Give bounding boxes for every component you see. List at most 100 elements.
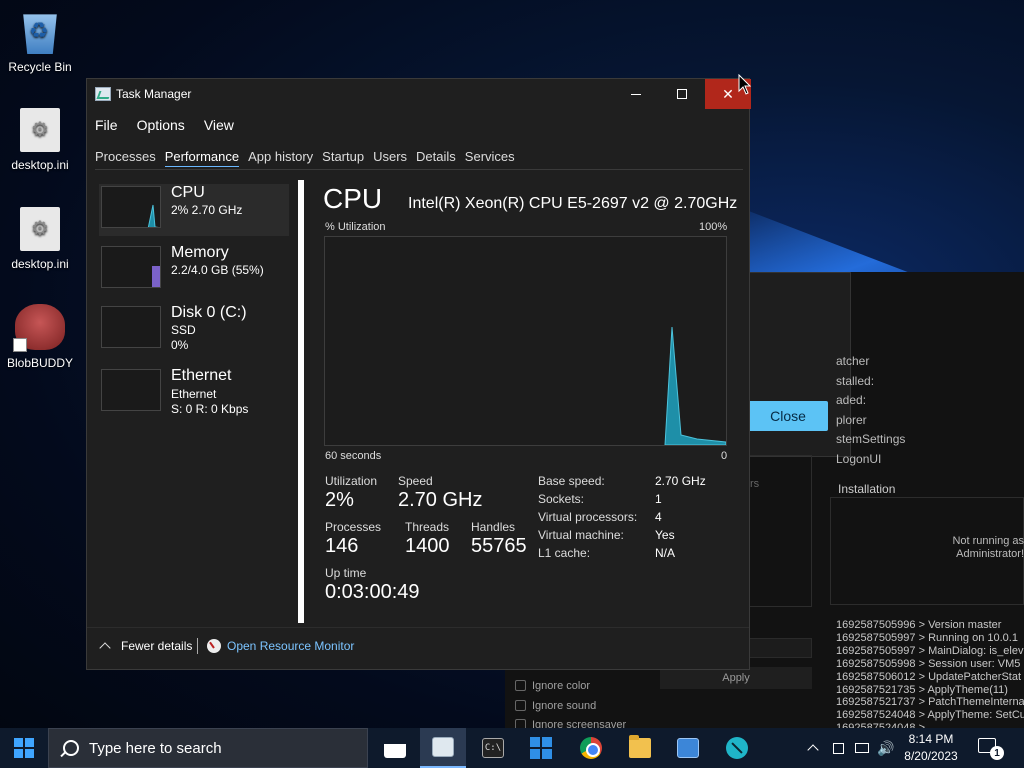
- menu-options[interactable]: Options: [137, 117, 185, 133]
- maximize-button[interactable]: [659, 79, 705, 109]
- window-icon: [832, 742, 844, 754]
- task-manager-icon: [95, 87, 111, 101]
- desktop-icon-desktop-ini[interactable]: desktop.ini: [0, 108, 80, 172]
- list-item: atcher: [836, 354, 870, 368]
- log-line: 1692587506012 > UpdatePatcherStat: [836, 670, 1022, 683]
- network-monitor-icon: [855, 743, 869, 753]
- title-bar[interactable]: Task Manager ✕: [87, 79, 751, 109]
- apply-button[interactable]: Apply: [660, 667, 812, 689]
- taskbar-clock[interactable]: 8:14 PM 8/20/2023: [900, 731, 962, 765]
- background-log: 1692587505996 > Version master 169258750…: [836, 619, 1024, 735]
- mouse-cursor-icon: [738, 74, 752, 95]
- start-button[interactable]: [14, 738, 34, 758]
- ethernet-thumbnail-graph: [101, 369, 161, 411]
- sidebar-item-cpu[interactable]: CPU 2% 2.70 GHz: [99, 184, 289, 236]
- windows-logo-icon: [14, 749, 23, 758]
- desktop-icon-desktop-ini-2[interactable]: desktop.ini: [0, 207, 80, 271]
- log-line: 1692587521735 > ApplyTheme(11): [836, 683, 1008, 696]
- sidebar-item-ethernet[interactable]: Ethernet Ethernet S: 0 R: 0 Kbps: [99, 367, 289, 419]
- sidebar-item-sub: S: 0 R: 0 Kbps: [171, 402, 249, 416]
- minimize-button[interactable]: [613, 79, 659, 109]
- network-icon[interactable]: [851, 728, 873, 768]
- chevron-up-icon: [99, 641, 111, 654]
- background-close-button[interactable]: Close: [748, 401, 828, 431]
- blobbuddy-app-icon: [13, 304, 65, 352]
- l1-cache-value: N/A: [655, 546, 676, 560]
- taskbar: Type here to search C:\ 🔊 8:14 PM 8/20/2…: [0, 728, 1024, 768]
- virtual-processors-value: 4: [655, 510, 662, 524]
- memory-thumbnail-graph: [101, 246, 161, 288]
- menu-bar: File Options View: [95, 117, 253, 133]
- handles-label: Handles: [471, 520, 516, 534]
- sidebar-item-sub: 2.2/4.0 GB (55%): [171, 263, 264, 277]
- windows-logo-icon: [25, 749, 34, 758]
- sidebar-splitter[interactable]: [298, 180, 304, 623]
- search-placeholder: Type here to search: [89, 739, 222, 757]
- menu-file[interactable]: File: [95, 117, 118, 133]
- tab-processes[interactable]: Processes: [95, 149, 156, 167]
- memory-thumbnail-chart: [152, 266, 160, 287]
- sidebar-item-sub: SSD: [171, 323, 196, 337]
- desktop-icon-blobbuddy[interactable]: BlobBUDDY: [0, 304, 80, 370]
- taskbar-app-store[interactable]: [372, 728, 418, 768]
- tab-details[interactable]: Details: [416, 149, 456, 167]
- footer-separator: [197, 638, 198, 654]
- taskbar-app-blobbuddy[interactable]: [714, 728, 760, 768]
- command-prompt-icon: C:\: [482, 738, 504, 758]
- close-icon: ✕: [722, 85, 734, 102]
- cpu-utilization-chart: [664, 326, 727, 446]
- desktop-icon-label: desktop.ini: [11, 257, 69, 271]
- checkbox-ignore-color[interactable]: Ignore color: [515, 677, 626, 697]
- log-line: 1692587505998 > Session user: VM5: [836, 657, 1021, 670]
- taskbar-app-command-prompt[interactable]: C:\: [470, 728, 516, 768]
- virtual-processors-key: Virtual processors:: [538, 510, 638, 524]
- tray-app-icon[interactable]: [829, 728, 847, 768]
- installation-title: Installation: [838, 482, 896, 496]
- taskbar-app-file-explorer[interactable]: [617, 728, 663, 768]
- volume-icon[interactable]: 🔊: [875, 728, 897, 768]
- open-resource-monitor-link[interactable]: Open Resource Monitor: [207, 639, 354, 653]
- sidebar-item-name: Ethernet: [171, 367, 232, 384]
- cpu-heading: CPU: [323, 183, 383, 214]
- base-speed-value: 2.70 GHz: [655, 474, 706, 488]
- utilization-label: Utilization: [325, 474, 378, 488]
- tab-users[interactable]: Users: [373, 149, 407, 167]
- installation-message: Not running as Administrator!: [952, 535, 1024, 560]
- menu-view[interactable]: View: [204, 117, 234, 133]
- tab-app-history[interactable]: App history: [248, 149, 313, 167]
- checkbox-icon[interactable]: [515, 680, 526, 691]
- processes-value: 146: [325, 535, 359, 557]
- sidebar-item-sub: Ethernet: [171, 387, 217, 401]
- tab-bar: Processes Performance App history Startu…: [95, 149, 524, 167]
- tab-performance[interactable]: Performance: [164, 149, 240, 167]
- sidebar-item-name: Disk 0 (C:): [171, 304, 247, 321]
- fewer-details-button[interactable]: Fewer details: [99, 639, 192, 654]
- checkbox-ignore-sound[interactable]: Ignore sound: [515, 697, 626, 717]
- window-title: Task Manager: [116, 87, 192, 101]
- threads-value: 1400: [405, 535, 450, 557]
- taskbar-app-chrome[interactable]: [568, 728, 614, 768]
- uptime-value: 0:03:00:49: [325, 581, 420, 603]
- log-line: 1692587521737 > PatchThemeInterna: [836, 696, 1024, 709]
- sockets-value: 1: [655, 492, 662, 506]
- tab-startup[interactable]: Startup: [322, 149, 364, 167]
- tab-services[interactable]: Services: [465, 149, 515, 167]
- virtual-machine-value: Yes: [655, 528, 675, 542]
- search-icon: [63, 740, 79, 756]
- taskbar-search-box[interactable]: Type here to search: [48, 728, 368, 768]
- show-hidden-icons-button[interactable]: [800, 728, 826, 768]
- sidebar-item-memory[interactable]: Memory 2.2/4.0 GB (55%): [99, 244, 289, 296]
- background-partial-text: rs: [750, 478, 760, 490]
- taskbar-app-settings[interactable]: [518, 728, 564, 768]
- cpu-thumbnail-chart: [147, 204, 159, 227]
- notification-badge: 1: [990, 746, 1004, 760]
- taskbar-app-task-manager[interactable]: [420, 728, 466, 768]
- taskbar-app-control-panel[interactable]: [665, 728, 711, 768]
- sidebar-item-disk[interactable]: Disk 0 (C:) SSD 0%: [99, 304, 289, 356]
- sidebar-item-name: CPU: [171, 184, 205, 201]
- checkbox-icon[interactable]: [515, 699, 526, 711]
- desktop-icon-recycle-bin[interactable]: Recycle Bin: [0, 10, 80, 74]
- settings-file-icon: [20, 108, 60, 152]
- sidebar-item-sub: 2% 2.70 GHz: [171, 203, 243, 217]
- maximize-icon: [677, 89, 687, 99]
